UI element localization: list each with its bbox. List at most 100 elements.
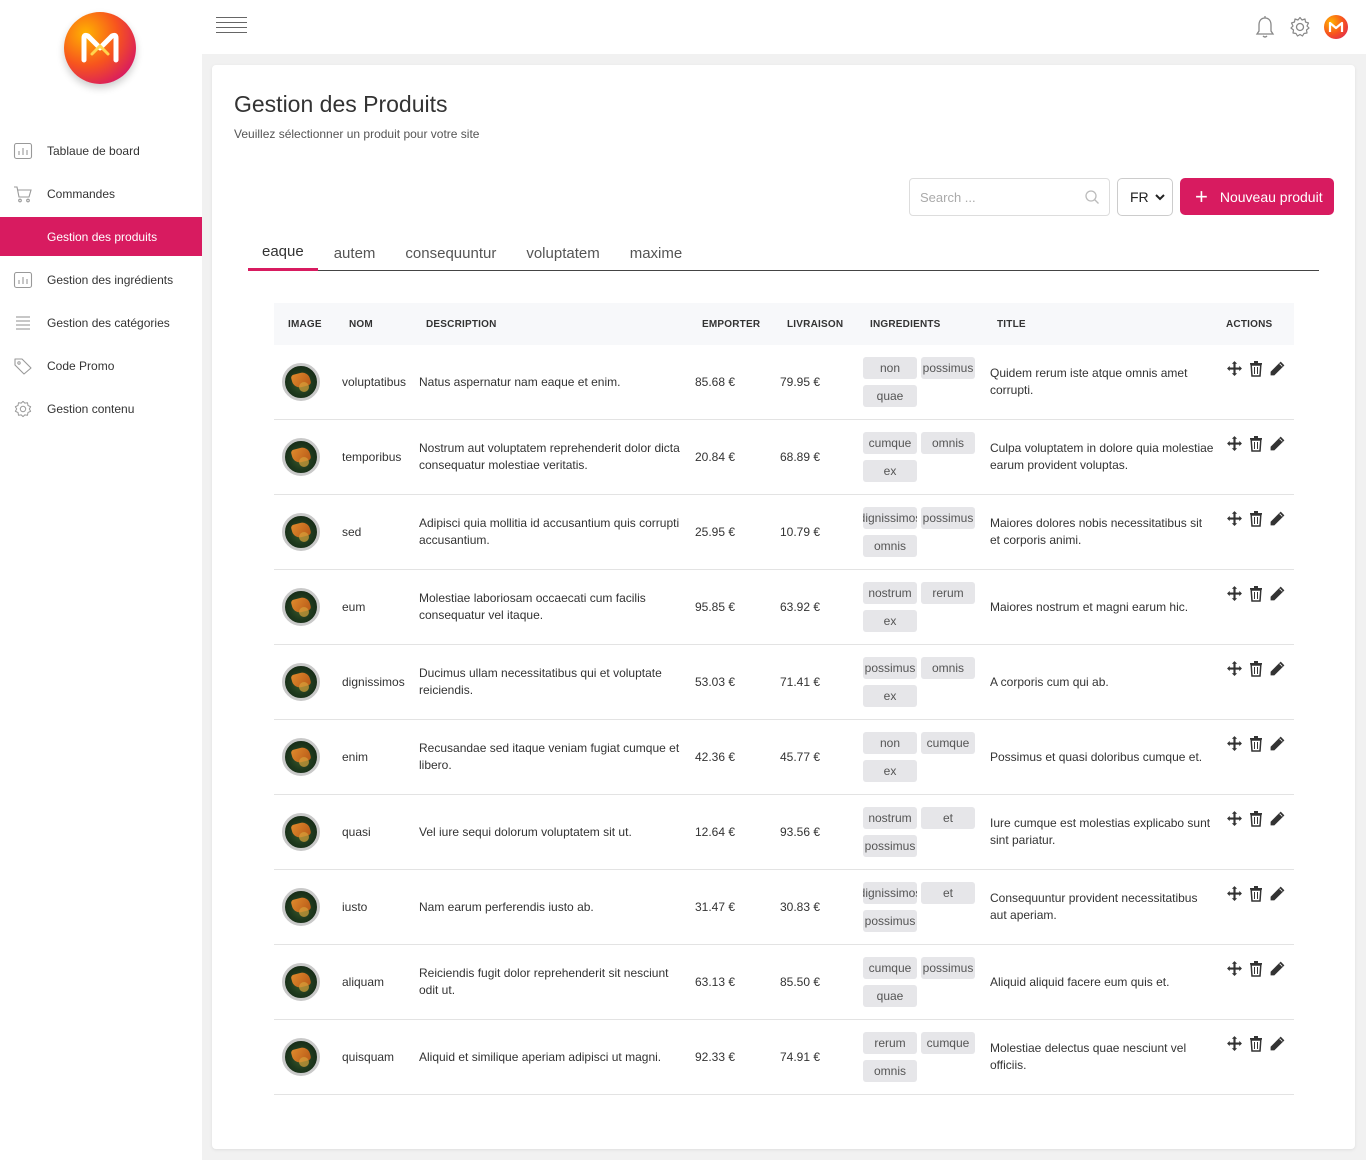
edit-icon[interactable] bbox=[1269, 585, 1286, 602]
ingredient-chip: quae bbox=[863, 385, 917, 407]
row-actions bbox=[1226, 885, 1294, 902]
sidebar-item-3[interactable]: Gestion des produits bbox=[0, 217, 230, 256]
new-product-label: Nouveau produit bbox=[1219, 188, 1323, 205]
plus-icon: + bbox=[1195, 183, 1208, 209]
trash-icon[interactable] bbox=[1248, 960, 1264, 977]
table-row[interactable]: sed Adipisci quia mollitia id accusantium… bbox=[274, 495, 1294, 570]
table-row[interactable]: eum Molestiae laboriosam occaecati cum fa… bbox=[274, 570, 1294, 645]
menu-toggle-icon[interactable] bbox=[216, 17, 247, 37]
move-icon[interactable] bbox=[1226, 510, 1243, 527]
cell-image bbox=[274, 363, 342, 401]
move-icon[interactable] bbox=[1226, 960, 1243, 977]
gear-icon[interactable] bbox=[1289, 16, 1311, 38]
cell-livraison: 68.89 € bbox=[780, 450, 821, 464]
new-product-button[interactable]: + Nouveau produit bbox=[1180, 178, 1334, 215]
table-row[interactable]: aliquam Reiciendis fugit dolor reprehende… bbox=[274, 945, 1294, 1020]
search-input[interactable] bbox=[909, 178, 1110, 216]
ingredient-chip: rerum bbox=[921, 582, 975, 604]
table-row[interactable]: temporibus Nostrum aut voluptatem reprehe… bbox=[274, 420, 1294, 495]
sidebar-item-4[interactable]: Gestion des ingrédients bbox=[0, 260, 230, 299]
cell-description: Ducimus ullam necessitatibus qui et volu… bbox=[419, 666, 662, 697]
product-thumbnail[interactable] bbox=[282, 888, 320, 926]
table-row[interactable]: iusto Nam earum perferendis iusto ab. 31.4… bbox=[274, 870, 1294, 945]
move-icon[interactable] bbox=[1226, 360, 1243, 377]
table-row[interactable]: quisquam Aliquid et similique aperiam adi… bbox=[274, 1020, 1294, 1095]
sidebar-item-7[interactable]: Gestion contenu bbox=[0, 389, 230, 428]
edit-icon[interactable] bbox=[1269, 960, 1286, 977]
move-icon[interactable] bbox=[1226, 1035, 1243, 1052]
edit-icon[interactable] bbox=[1269, 1035, 1286, 1052]
cell-name: enim bbox=[342, 750, 369, 764]
column-header: ACTIONS bbox=[1226, 318, 1273, 330]
tab-consequuntur[interactable]: consequuntur bbox=[391, 235, 510, 271]
ingredient-chip: nostrum bbox=[863, 582, 917, 604]
cell-livraison: 10.79 € bbox=[780, 525, 821, 539]
cell-emporter: 42.36 € bbox=[695, 750, 736, 764]
bell-icon[interactable] bbox=[1254, 15, 1276, 39]
edit-icon[interactable] bbox=[1269, 510, 1286, 527]
app-logo[interactable] bbox=[64, 12, 136, 84]
product-thumbnail[interactable] bbox=[282, 588, 320, 626]
trash-icon[interactable] bbox=[1248, 1035, 1264, 1052]
user-avatar[interactable] bbox=[1324, 15, 1348, 39]
product-thumbnail[interactable] bbox=[282, 1038, 320, 1076]
product-thumbnail[interactable] bbox=[282, 738, 320, 776]
move-icon[interactable] bbox=[1226, 810, 1243, 827]
edit-icon[interactable] bbox=[1269, 810, 1286, 827]
product-thumbnail[interactable] bbox=[282, 813, 320, 851]
cell-livraison: 85.50 € bbox=[780, 975, 821, 989]
trash-icon[interactable] bbox=[1248, 585, 1264, 602]
cell-ingredients: dignissimospossimusomnis bbox=[863, 507, 990, 557]
products-card: Gestion des Produits Veuillez sélectionn… bbox=[212, 65, 1355, 1149]
ingredient-chips: cumque omnis ex bbox=[863, 432, 990, 482]
ingredient-chip: possimus bbox=[863, 657, 917, 679]
tab-eaque[interactable]: eaque bbox=[248, 235, 318, 271]
move-icon[interactable] bbox=[1226, 735, 1243, 752]
cell-livraison: 74.91 € bbox=[780, 1050, 821, 1064]
product-thumbnail[interactable] bbox=[282, 438, 320, 476]
tab-voluptatem[interactable]: voluptatem bbox=[512, 235, 613, 271]
move-icon[interactable] bbox=[1226, 435, 1243, 452]
table-body: voluptatibus Natus aspernatur nam eaque e… bbox=[274, 345, 1294, 1095]
sidebar-item-label: Commandes bbox=[47, 186, 116, 201]
trash-icon[interactable] bbox=[1248, 810, 1264, 827]
cell-description: Natus aspernatur nam eaque et enim. bbox=[419, 374, 621, 389]
cell-name: eum bbox=[342, 600, 366, 614]
cell-description: Reiciendis fugit dolor reprehenderit sit… bbox=[419, 966, 669, 997]
move-icon[interactable] bbox=[1226, 585, 1243, 602]
move-icon[interactable] bbox=[1226, 660, 1243, 677]
edit-icon[interactable] bbox=[1269, 435, 1286, 452]
table-row[interactable]: enim Recusandae sed itaque veniam fugiat … bbox=[274, 720, 1294, 795]
product-thumbnail[interactable] bbox=[282, 363, 320, 401]
trash-icon[interactable] bbox=[1248, 660, 1264, 677]
edit-icon[interactable] bbox=[1269, 360, 1286, 377]
cell-name: quisquam bbox=[342, 1050, 395, 1064]
product-thumbnail[interactable] bbox=[282, 663, 320, 701]
sidebar-item-5[interactable]: Gestion des catégories bbox=[0, 303, 230, 342]
sidebar-item-6[interactable]: Code Promo bbox=[0, 346, 230, 385]
table-row[interactable]: quasi Vel iure sequi dolorum voluptatem s… bbox=[274, 795, 1294, 870]
product-thumbnail[interactable] bbox=[282, 513, 320, 551]
sidebar-item-2[interactable]: Commandes bbox=[0, 174, 230, 213]
cell-image bbox=[274, 438, 342, 476]
trash-icon[interactable] bbox=[1248, 735, 1264, 752]
edit-icon[interactable] bbox=[1269, 660, 1286, 677]
product-thumbnail[interactable] bbox=[282, 963, 320, 1001]
edit-icon[interactable] bbox=[1269, 885, 1286, 902]
ingredient-chip: cumque bbox=[921, 1032, 975, 1054]
edit-icon[interactable] bbox=[1269, 735, 1286, 752]
ingredient-chip: ex bbox=[863, 760, 917, 782]
table-row[interactable]: voluptatibus Natus aspernatur nam eaque e… bbox=[274, 345, 1294, 420]
trash-icon[interactable] bbox=[1248, 510, 1264, 527]
table-row[interactable]: dignissimos Ducimus ullam necessitatibus … bbox=[274, 645, 1294, 720]
trash-icon[interactable] bbox=[1248, 360, 1264, 377]
row-actions bbox=[1226, 660, 1294, 677]
tab-maxime[interactable]: maxime bbox=[616, 235, 697, 271]
tab-autem[interactable]: autem bbox=[320, 235, 390, 271]
language-select[interactable]: FR bbox=[1117, 178, 1173, 216]
move-icon[interactable] bbox=[1226, 885, 1243, 902]
ingredient-chip: dignissimos bbox=[863, 882, 917, 904]
sidebar-item-1[interactable]: Tablaue de board bbox=[0, 131, 230, 170]
trash-icon[interactable] bbox=[1248, 435, 1264, 452]
trash-icon[interactable] bbox=[1248, 885, 1264, 902]
